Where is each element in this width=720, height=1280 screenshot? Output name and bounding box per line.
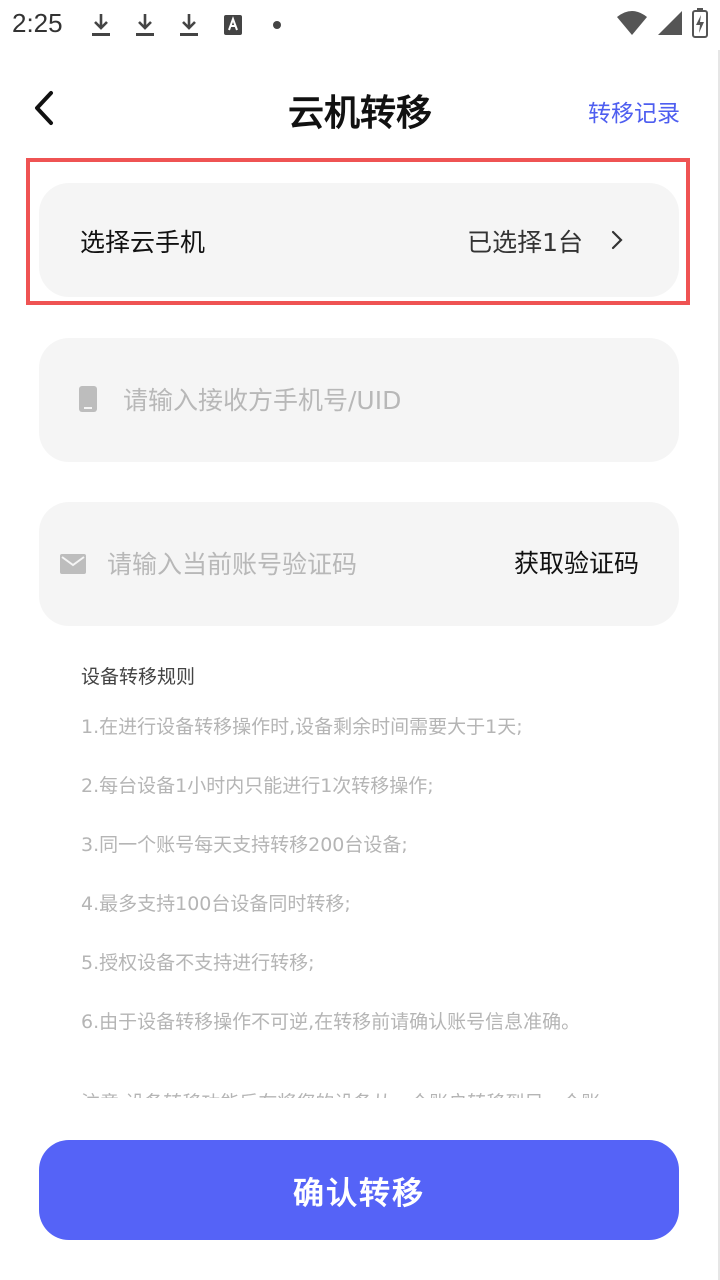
rules-title: 设备转移规则	[81, 666, 196, 688]
rule-item: 1.在进行设备转移操作时,设备剩余时间需要大于1天;	[81, 716, 523, 738]
select-cloud-phone-row[interactable]: 选择云手机 已选择1台	[39, 183, 679, 297]
confirm-transfer-button[interactable]: 确认转移	[39, 1140, 679, 1240]
a-badge-icon	[220, 10, 246, 40]
get-code-button[interactable]: 获取验证码	[514, 544, 639, 580]
rule-item: 6.由于设备转移操作不可逆,在转移前请确认账号信息准确。	[81, 1011, 581, 1033]
rule-item: 5.授权设备不支持进行转移;	[81, 952, 315, 974]
wifi-icon	[616, 9, 648, 41]
status-notification-icons	[88, 10, 290, 40]
signal-icon	[656, 9, 684, 41]
rule-item: 3.同一个账号每天支持转移200台设备;	[81, 834, 408, 856]
transfer-history-link[interactable]: 转移记录	[588, 94, 680, 128]
verification-code-input[interactable]	[107, 542, 487, 586]
receiver-phone-input[interactable]	[123, 378, 623, 422]
download-icon	[88, 10, 114, 40]
transfer-rules: 设备转移规则 1.在进行设备转移操作时,设备剩余时间需要大于1天; 2.每台设备…	[81, 662, 681, 1098]
status-bar: 2:25	[0, 0, 720, 50]
select-cloud-phone-label: 选择云手机	[80, 228, 206, 257]
rule-item: 4.最多支持100台设备同时转移;	[81, 893, 351, 915]
selected-count: 已选择1台	[467, 228, 583, 257]
mail-icon	[59, 552, 87, 576]
chevron-right-icon	[611, 230, 623, 250]
header: 云机转移 转移记录	[0, 70, 720, 150]
download-icon	[176, 10, 202, 40]
rule-item: 2.每台设备1小时内只能进行1次转移操作;	[81, 775, 434, 797]
battery-charging-icon	[692, 8, 708, 42]
dot-icon	[264, 10, 290, 40]
status-system-icons	[616, 8, 708, 42]
phone-icon	[77, 384, 99, 414]
rule-note: 注意:设备转移功能后在将您的设备从一个账户转移到另一个账	[81, 1088, 681, 1098]
receiver-field-card	[39, 338, 679, 462]
verification-field-card: 获取验证码	[39, 502, 679, 626]
status-time: 2:25	[12, 8, 63, 38]
download-icon	[132, 10, 158, 40]
